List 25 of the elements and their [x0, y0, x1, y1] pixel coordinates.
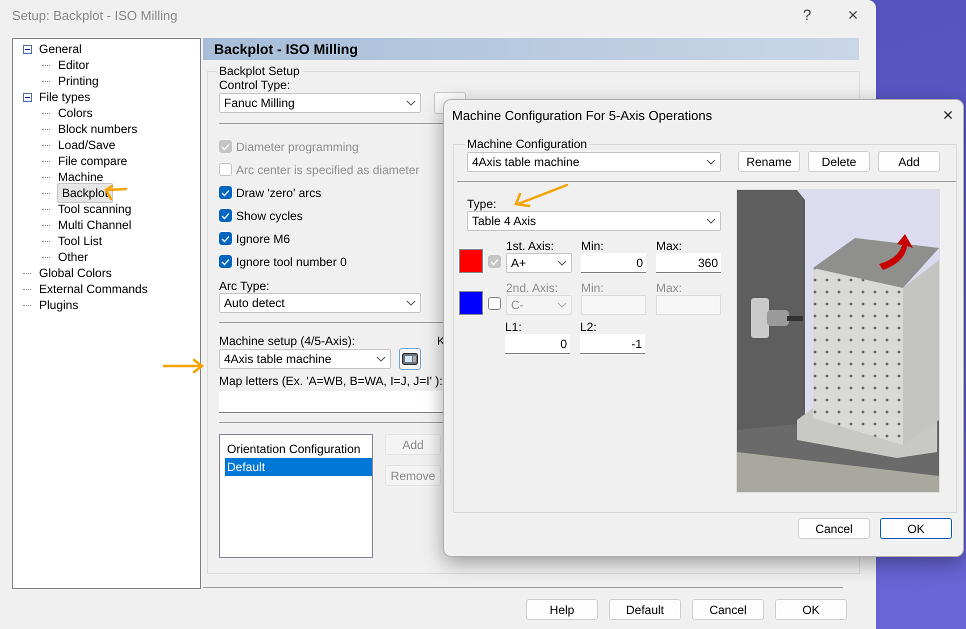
- field-label: Arc Type:: [219, 279, 270, 293]
- checkbox-label: Draw 'zero' arcs: [236, 186, 322, 200]
- group-title: Machine Configuration: [466, 137, 588, 151]
- checkbox-label: Arc center is specified as diameter: [236, 162, 420, 176]
- field-label: 1st. Axis:: [506, 239, 554, 253]
- field-label: Max:: [656, 281, 682, 295]
- checkbox-label: Ignore M6: [236, 232, 290, 246]
- field-label: Machine setup (4/5-Axis):: [219, 334, 356, 348]
- field-label: L2:: [580, 320, 597, 334]
- checkbox-label: Ignore tool number 0: [236, 254, 347, 268]
- field-label: Min:: [581, 239, 604, 253]
- checkbox-label: Diameter programming: [236, 140, 359, 154]
- checkbox-label: Show cycles: [236, 208, 303, 222]
- field-label: 2nd. Axis:: [506, 281, 558, 295]
- window-title: Setup: Backplot - ISO Milling: [12, 8, 178, 22]
- dialog-title: Machine Configuration For 5-Axis Operations: [452, 108, 714, 123]
- field-label: Type:: [467, 197, 496, 211]
- field-label: Min:: [581, 281, 604, 295]
- field-label: Max:: [656, 239, 682, 253]
- list-header: Orientation Configuration: [226, 441, 362, 458]
- group-title: Backplot Setup: [218, 64, 301, 78]
- field-label: L1:: [505, 320, 522, 334]
- field-label: Control Type:: [219, 78, 290, 92]
- panel-header: Backplot - ISO Milling: [203, 38, 859, 60]
- field-label: Map letters (Ex. 'A=WB, B=WA, I=J, J=I' ):: [219, 374, 443, 388]
